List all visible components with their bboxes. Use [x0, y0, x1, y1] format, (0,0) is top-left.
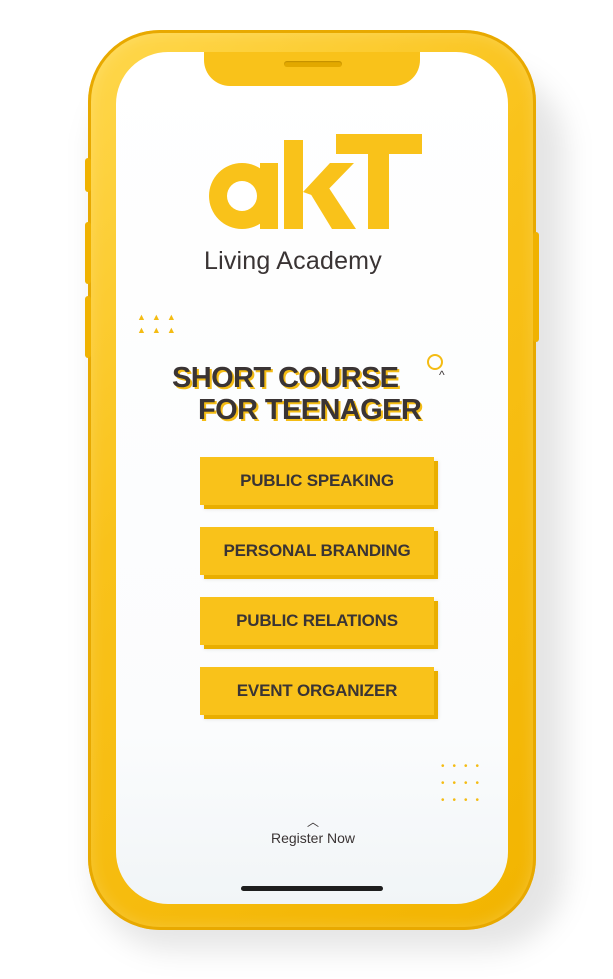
course-button-personal-branding[interactable]: PERSONAL BRANDING — [200, 527, 434, 575]
course-list: PUBLIC SPEAKING PERSONAL BRANDING PUBLIC… — [200, 457, 440, 737]
triangle-pattern-decoration: ▲▲▲ ▲▲▲ — [137, 312, 182, 335]
akt-logo — [209, 134, 422, 229]
phone-volume-up-button — [85, 222, 91, 284]
phone-volume-down-button — [85, 296, 91, 358]
phone-power-button — [533, 232, 539, 342]
stage: Living Academy ▲▲▲ ▲▲▲ ^ SHORT COURSE FOR… — [0, 0, 613, 979]
course-button-public-relations[interactable]: PUBLIC RELATIONS — [200, 597, 434, 645]
page-title: SHORT COURSE FOR TEENAGER — [160, 362, 460, 426]
page-title-line2: FOR TEENAGER — [198, 394, 422, 426]
register-now-button[interactable]: ︿ Register Now — [258, 816, 368, 846]
brand-subtitle: Living Academy — [204, 247, 382, 275]
page-title-line1: SHORT COURSE — [172, 362, 399, 394]
home-indicator — [241, 886, 383, 891]
register-now-label: Register Now — [270, 830, 356, 846]
chevron-up-icon: ︿ — [306, 815, 319, 829]
phone-side-button — [85, 158, 91, 192]
phone-notch — [204, 52, 420, 86]
course-button-public-speaking[interactable]: PUBLIC SPEAKING — [200, 457, 434, 505]
phone-speaker — [284, 61, 342, 67]
course-button-event-organizer[interactable]: EVENT ORGANIZER — [200, 667, 434, 715]
dot-pattern-decoration: •••• •••• •••• — [441, 761, 488, 806]
